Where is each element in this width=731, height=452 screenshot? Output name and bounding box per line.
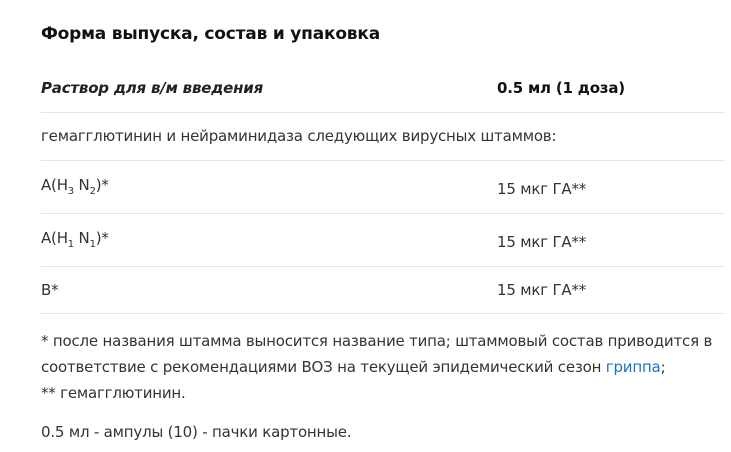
packaging-text: 0.5 мл - ампулы (10) - пачки картонные.	[41, 423, 352, 441]
influenza-link[interactable]: гриппа	[606, 358, 661, 376]
table-row: A(H3 N2)* 15 мкг ГА**	[41, 161, 725, 214]
table-header-row: Раствор для в/м введения 0.5 мл (1 доза)	[41, 64, 725, 113]
section-title: Форма выпуска, состав и упаковка	[41, 24, 380, 44]
footnote-hemagglutinin: ** гемагглютинин.	[41, 384, 186, 402]
strain-amount: 15 мкг ГА**	[497, 281, 587, 299]
strain-name: B*	[41, 281, 59, 299]
table-row: B* 15 мкг ГА**	[41, 267, 725, 314]
strain-name: A(H3 N2)*	[41, 176, 109, 197]
strain-amount: 15 мкг ГА**	[497, 233, 587, 251]
composition-table: Раствор для в/м введения 0.5 мл (1 доза)…	[41, 64, 725, 314]
table-row: A(H1 N1)* 15 мкг ГА**	[41, 214, 725, 267]
footnotes: * после названия штамма выносится назван…	[41, 328, 721, 406]
strain-name: A(H1 N1)*	[41, 229, 109, 250]
composition-description: гемагглютинин и нейраминидаза следующих …	[41, 127, 557, 145]
strain-amount: 15 мкг ГА**	[497, 180, 587, 198]
dose-label: 0.5 мл (1 доза)	[497, 79, 625, 97]
table-row: гемагглютинин и нейраминидаза следующих …	[41, 113, 725, 161]
footnote-strain-type: * после названия штамма выносится назван…	[41, 332, 713, 376]
form-label: Раствор для в/м введения	[41, 79, 264, 97]
